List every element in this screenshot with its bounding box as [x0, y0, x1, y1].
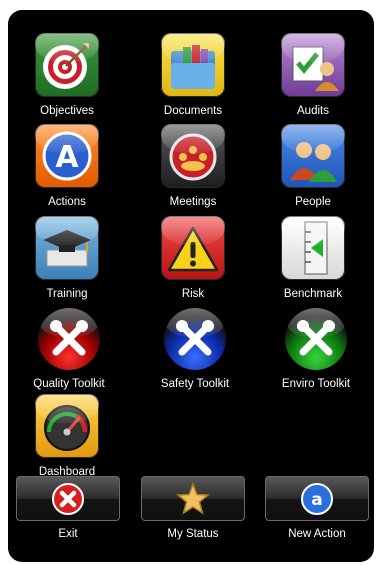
tile-benchmark[interactable]: Benchmark	[258, 216, 368, 308]
tile-label: Meetings	[169, 196, 217, 208]
my-status-button[interactable]	[141, 476, 245, 521]
audit-checklist-icon	[281, 33, 345, 97]
tools-green-icon	[285, 308, 347, 370]
tile-label: Benchmark	[283, 288, 343, 300]
tile-label: Risk	[181, 288, 205, 300]
tile-safety-toolkit[interactable]: Safety Toolkit	[140, 308, 250, 400]
tile-enviro-toolkit[interactable]: Enviro Toolkit	[261, 308, 371, 400]
new-action-button-label: New Action	[288, 528, 346, 540]
tile-risk[interactable]: Risk	[138, 216, 248, 308]
svg-text:A: A	[55, 140, 79, 175]
tools-red-icon	[38, 308, 100, 370]
gauge-icon	[35, 394, 99, 458]
tile-label: People	[295, 196, 331, 208]
my-status-button-label: My Status	[167, 528, 219, 540]
tile-label: Documents	[163, 105, 223, 117]
tile-label: Objectives	[40, 105, 94, 117]
tile-label: Actions	[48, 196, 86, 208]
tile-meetings[interactable]: Meetings	[138, 124, 248, 216]
benchmark-arrow-icon	[281, 216, 345, 280]
tile-dashboard[interactable]: Dashboard	[12, 394, 122, 486]
meeting-group-icon	[161, 124, 225, 188]
new-action-a-icon: a	[301, 482, 333, 515]
tools-blue-icon	[164, 308, 226, 370]
tile-quality-toolkit[interactable]: Quality Toolkit	[14, 308, 124, 400]
tile-label: Training	[46, 288, 88, 300]
tile-label: Audits	[297, 105, 329, 117]
tile-label: Safety Toolkit	[160, 378, 230, 390]
tile-training[interactable]: Training	[12, 216, 122, 308]
tile-objectives[interactable]: Objectives	[12, 33, 122, 125]
tile-people[interactable]: People	[258, 124, 368, 216]
graduation-cap-icon	[35, 216, 99, 280]
svg-text:a: a	[311, 490, 322, 510]
people-icon	[281, 124, 345, 188]
tile-label: Enviro Toolkit	[281, 378, 351, 390]
exit-button-label: Exit	[58, 528, 78, 540]
tile-documents[interactable]: Documents	[138, 33, 248, 125]
tile-label: Quality Toolkit	[33, 378, 105, 390]
exit-button[interactable]	[16, 476, 120, 521]
folder-icon	[161, 33, 225, 97]
target-icon	[35, 33, 99, 97]
tile-audits[interactable]: Audits	[258, 33, 368, 125]
warning-icon	[161, 216, 225, 280]
tile-actions[interactable]: A Actions	[12, 124, 122, 216]
new-action-button[interactable]: a	[265, 476, 369, 521]
exit-x-icon	[52, 482, 84, 515]
star-icon	[176, 481, 210, 515]
actions-a-icon: A	[35, 124, 99, 188]
